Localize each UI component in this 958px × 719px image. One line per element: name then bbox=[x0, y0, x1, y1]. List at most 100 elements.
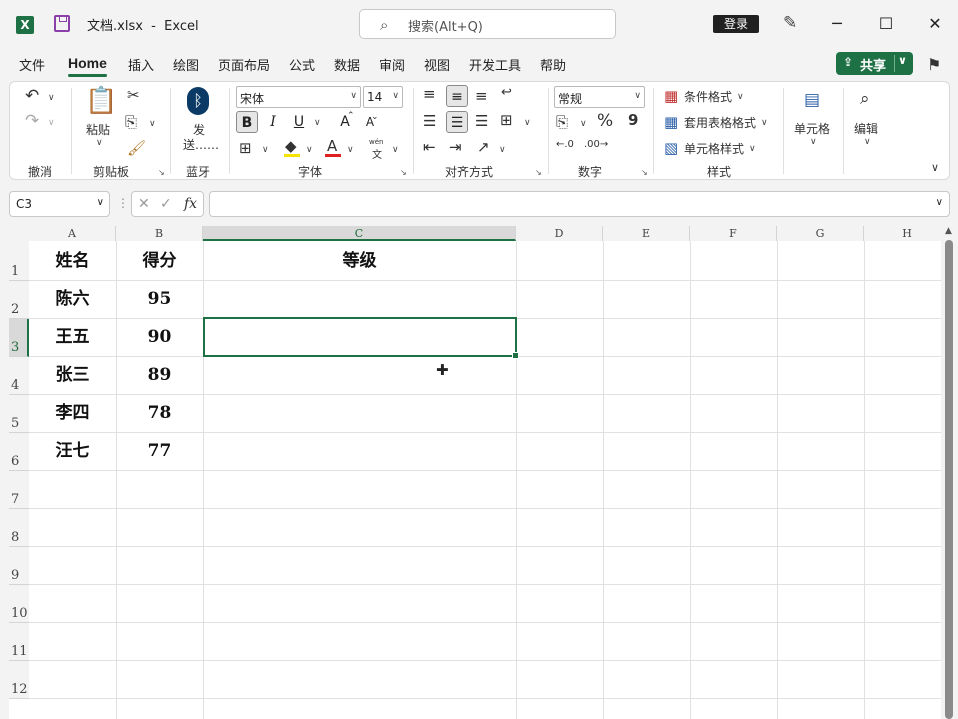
font-color-dropdown-icon[interactable]: ∨ bbox=[347, 145, 354, 155]
cell-styles-icon[interactable]: ▧ bbox=[664, 139, 678, 157]
clipboard-launcher-icon[interactable]: ↘ bbox=[158, 168, 165, 177]
scroll-up-icon[interactable]: ▲ bbox=[945, 226, 952, 236]
row-header-6[interactable]: 6 bbox=[9, 433, 29, 471]
phonetic-dropdown-icon[interactable]: ∨ bbox=[392, 145, 399, 155]
row-header-1[interactable]: 1 bbox=[9, 241, 29, 281]
share-button[interactable]: ⇪ 共享 ∨ bbox=[836, 52, 913, 75]
align-left-icon[interactable]: ☰ bbox=[423, 112, 436, 130]
accounting-dropdown-icon[interactable]: ∨ bbox=[580, 119, 587, 129]
tab-help[interactable]: 帮助 bbox=[540, 55, 566, 74]
tab-draw[interactable]: 绘图 bbox=[173, 55, 199, 74]
copy-icon[interactable]: ⎘ bbox=[125, 113, 137, 131]
conditional-format-label[interactable]: 条件格式 bbox=[684, 88, 732, 105]
select-all-corner[interactable] bbox=[9, 226, 29, 241]
cell-c1[interactable]: 等级 bbox=[203, 242, 516, 280]
align-bottom-icon[interactable]: ≡ bbox=[475, 87, 488, 105]
editing-label[interactable]: 编辑 bbox=[854, 120, 878, 137]
save-icon[interactable] bbox=[54, 15, 70, 32]
increase-indent-icon[interactable]: ⇥ bbox=[449, 138, 462, 156]
fill-color-dropdown-icon[interactable]: ∨ bbox=[306, 145, 313, 155]
insert-function-button[interactable]: fx bbox=[184, 196, 197, 212]
format-painter-icon[interactable]: 🖌 bbox=[127, 139, 146, 157]
cells-icon[interactable]: ▤ bbox=[804, 90, 820, 110]
font-color-button[interactable]: A bbox=[327, 137, 337, 155]
align-center-button[interactable]: ☰ bbox=[446, 111, 468, 133]
chevron-down-icon[interactable]: ∨ bbox=[898, 54, 907, 67]
ribbon-collapse-icon[interactable]: ∨ bbox=[931, 161, 939, 174]
cell-b5[interactable]: 78 bbox=[116, 394, 203, 432]
login-button[interactable]: 登录 bbox=[713, 15, 759, 33]
cell-b4[interactable]: 89 bbox=[116, 356, 203, 394]
scrollbar-thumb[interactable] bbox=[945, 240, 953, 719]
cut-icon[interactable]: ✂ bbox=[127, 86, 140, 104]
font-launcher-icon[interactable]: ↘ bbox=[400, 168, 407, 177]
number-format-select[interactable]: 常规 ∨ bbox=[554, 86, 645, 108]
align-right-icon[interactable]: ☰ bbox=[475, 112, 488, 130]
comment-icon[interactable]: ⚑ bbox=[927, 55, 941, 74]
copy-dropdown-icon[interactable]: ∨ bbox=[149, 119, 156, 129]
row-header-12[interactable]: 12 bbox=[9, 661, 29, 699]
tab-developer[interactable]: 开发工具 bbox=[469, 55, 521, 74]
tab-data[interactable]: 数据 bbox=[334, 55, 360, 74]
row-header-3[interactable]: 3 bbox=[9, 319, 29, 357]
column-header-c[interactable]: C bbox=[203, 226, 516, 241]
cell-a3[interactable]: 王五 bbox=[29, 318, 116, 356]
tab-home[interactable]: Home bbox=[68, 55, 107, 77]
row-header-8[interactable]: 8 bbox=[9, 509, 29, 547]
cell-a6[interactable]: 汪七 bbox=[29, 432, 116, 470]
name-box[interactable]: C3 ∨ bbox=[9, 191, 110, 217]
tab-insert[interactable]: 插入 bbox=[128, 55, 154, 74]
tab-page-layout[interactable]: 页面布局 bbox=[218, 55, 270, 74]
conditional-format-icon[interactable]: ▦ bbox=[664, 87, 678, 105]
cell-a1[interactable]: 姓名 bbox=[29, 242, 116, 280]
undo-icon[interactable]: ↶ bbox=[25, 86, 39, 106]
column-header-d[interactable]: D bbox=[516, 226, 603, 241]
paste-icon[interactable]: 📋 bbox=[85, 86, 117, 116]
underline-dropdown-icon[interactable]: ∨ bbox=[314, 118, 321, 128]
cell-a4[interactable]: 张三 bbox=[29, 356, 116, 394]
row-header-11[interactable]: 11 bbox=[9, 623, 29, 661]
cell-styles-label[interactable]: 单元格样式 bbox=[684, 140, 744, 157]
tab-review[interactable]: 审阅 bbox=[379, 55, 405, 74]
merge-dropdown-icon[interactable]: ∨ bbox=[524, 118, 531, 128]
comma-style-button[interactable]: 9 bbox=[628, 111, 638, 129]
active-cell-c3[interactable] bbox=[203, 317, 519, 359]
close-button[interactable]: ✕ bbox=[920, 10, 950, 38]
cells-dropdown-icon[interactable]: ∨ bbox=[810, 137, 817, 147]
row-header-5[interactable]: 5 bbox=[9, 395, 29, 433]
format-as-table-icon[interactable]: ▦ bbox=[664, 113, 678, 131]
worksheet-grid[interactable]: A B C D E F G H 1 2 3 4 5 6 7 8 9 10 11 … bbox=[9, 226, 941, 719]
font-name-select[interactable]: 宋体 ∨ bbox=[236, 86, 361, 108]
paste-dropdown-icon[interactable]: ∨ bbox=[96, 138, 103, 148]
align-top-icon[interactable]: ≡ bbox=[423, 85, 436, 103]
cell-b1[interactable]: 得分 bbox=[116, 242, 203, 280]
cell-b3[interactable]: 90 bbox=[116, 318, 203, 356]
column-header-h[interactable]: H bbox=[864, 226, 941, 241]
orientation-icon[interactable]: ↗ bbox=[477, 138, 490, 156]
row-header-10[interactable]: 10 bbox=[9, 585, 29, 623]
cells-label[interactable]: 单元格 bbox=[794, 120, 830, 137]
row-header-9[interactable]: 9 bbox=[9, 547, 29, 585]
row-header-4[interactable]: 4 bbox=[9, 357, 29, 395]
alignment-launcher-icon[interactable]: ↘ bbox=[535, 168, 542, 177]
conditional-format-dropdown-icon[interactable]: ∨ bbox=[737, 92, 744, 102]
formula-input[interactable]: ∨ bbox=[209, 191, 950, 217]
pen-icon[interactable]: ✎ bbox=[783, 13, 797, 33]
underline-button[interactable]: U bbox=[288, 111, 310, 133]
maximize-button[interactable]: ☐ bbox=[871, 10, 901, 38]
decrease-indent-icon[interactable]: ⇤ bbox=[423, 138, 436, 156]
cell-a2[interactable]: 陈六 bbox=[29, 280, 116, 318]
format-as-table-label[interactable]: 套用表格格式 bbox=[684, 114, 756, 131]
column-header-a[interactable]: A bbox=[29, 226, 116, 241]
row-header-7[interactable]: 7 bbox=[9, 471, 29, 509]
editing-search-icon[interactable]: ⌕ bbox=[860, 89, 870, 109]
cell-a5[interactable]: 李四 bbox=[29, 394, 116, 432]
tab-view[interactable]: 视图 bbox=[424, 55, 450, 74]
minimize-button[interactable]: ─ bbox=[822, 10, 852, 38]
phonetic-bottom[interactable]: 文 bbox=[372, 146, 382, 161]
column-header-e[interactable]: E bbox=[603, 226, 690, 241]
paste-label[interactable]: 粘贴 bbox=[86, 121, 110, 138]
bluetooth-send-line2[interactable]: 送…… bbox=[183, 136, 219, 153]
fill-color-icon[interactable]: ◆ bbox=[285, 137, 297, 155]
format-as-table-dropdown-icon[interactable]: ∨ bbox=[761, 118, 768, 128]
